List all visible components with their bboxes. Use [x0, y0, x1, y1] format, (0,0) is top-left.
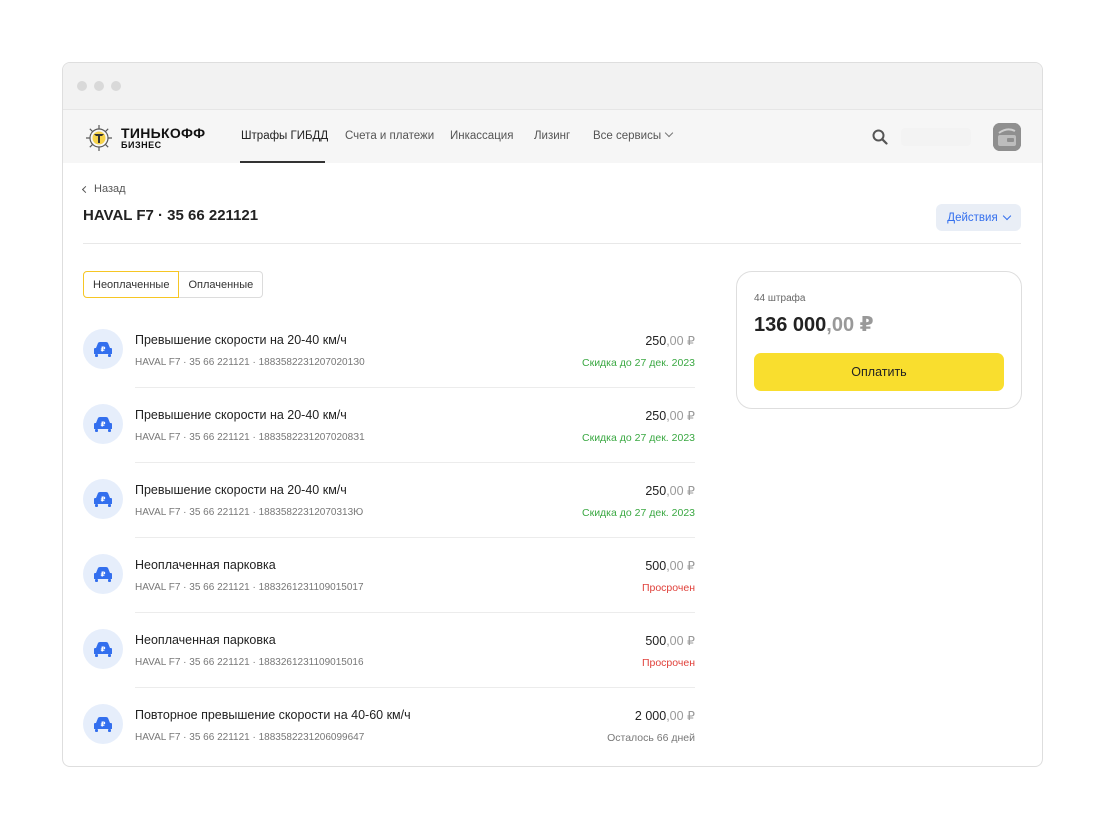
nav-item-collection[interactable]: Инкассация — [450, 130, 513, 142]
fine-amount-dec: ,00 ₽ — [666, 409, 695, 423]
fine-list-item[interactable]: ₽ Повторное превышение скорости на 40-60 … — [83, 688, 695, 763]
fine-amount-int: 250 — [645, 334, 667, 348]
svg-text:₽: ₽ — [101, 421, 106, 429]
window-minimize-dot[interactable] — [94, 81, 104, 91]
divider — [83, 243, 1021, 244]
window-titlebar — [63, 63, 1042, 109]
fine-meta: HAVAL F7 · 35 66 221121 · 18835822312060… — [135, 732, 365, 743]
wallet-icon[interactable] — [993, 123, 1021, 151]
fine-list-item[interactable]: ₽ Превышение скорости на 20-40 км/ч HAVAL … — [83, 388, 695, 463]
total-amount-dec: ,00 ₽ — [826, 314, 874, 336]
fine-icon-wrap: ₽ — [83, 554, 123, 594]
nav-item-all-services-label: Все сервисы — [593, 130, 662, 142]
nav-item-all-services[interactable]: Все сервисы — [593, 128, 674, 142]
summary-card: 44 штрафа 136 000,00 ₽ Оплатить — [736, 271, 1022, 409]
car-fine-icon: ₽ — [94, 642, 112, 657]
fine-list-item[interactable]: ₽ Неоплаченная парковка HAVAL F7 · 35 66 2… — [83, 538, 695, 613]
fine-meta: HAVAL F7 · 35 66 221121 · 18835822312070… — [135, 432, 365, 443]
svg-text:₽: ₽ — [101, 721, 106, 729]
back-label: Назад — [94, 183, 126, 195]
fine-title: Неоплаченная парковка — [135, 558, 276, 572]
brand-name: ТИНЬКОФФ — [121, 125, 206, 141]
nav-item-fines[interactable]: Штрафы ГИБДД — [241, 130, 328, 142]
fine-list-item[interactable]: ₽ Превышение скорости на 20-40 км/ч HAVAL … — [83, 463, 695, 538]
fine-amount: 500,00 ₽ — [645, 558, 695, 573]
fine-title: Повторное превышение скорости на 40-60 к… — [135, 708, 411, 722]
brand-subtitle: БИЗНЕС — [121, 140, 162, 150]
fine-amount: 250,00 ₽ — [645, 333, 695, 348]
car-fine-icon: ₽ — [94, 717, 112, 732]
fine-icon-wrap: ₽ — [83, 404, 123, 444]
top-navbar: ТИНЬКОФФ БИЗНЕС Штрафы ГИБДД Счета и пла… — [63, 109, 1042, 163]
fine-amount-dec: ,00 ₽ — [666, 334, 695, 348]
back-link[interactable]: Назад — [81, 183, 126, 195]
fine-icon-wrap: ₽ — [83, 704, 123, 744]
fine-list-item[interactable]: ₽ Неоплаченная парковка HAVAL F7 · 35 66 2… — [83, 613, 695, 688]
car-fine-icon: ₽ — [94, 417, 112, 432]
fine-title: Превышение скорости на 20-40 км/ч — [135, 333, 347, 347]
actions-label: Действия — [947, 211, 998, 224]
fine-amount: 500,00 ₽ — [645, 633, 695, 648]
fine-status: Осталось 66 дней — [607, 732, 695, 744]
fine-amount-int: 500 — [645, 634, 667, 648]
bank-emblem-icon — [86, 125, 112, 151]
window-close-dot[interactable] — [77, 81, 87, 91]
fine-amount-dec: ,00 ₽ — [666, 559, 695, 573]
fine-title: Неоплаченная парковка — [135, 633, 276, 647]
fine-status: Скидка до 27 дек. 2023 — [582, 432, 695, 444]
fine-meta: HAVAL F7 · 35 66 221121 · 18835822312070… — [135, 357, 365, 368]
fine-status: Скидка до 27 дек. 2023 — [582, 357, 695, 369]
fine-amount-dec: ,00 ₽ — [666, 709, 695, 723]
fine-icon-wrap: ₽ — [83, 629, 123, 669]
fine-title: Превышение скорости на 20-40 км/ч — [135, 483, 347, 497]
nav-item-accounts[interactable]: Счета и платежи — [345, 130, 434, 142]
fine-status: Просрочен — [641, 582, 695, 594]
fine-status: Просрочен — [641, 657, 695, 669]
total-amount: 136 000,00 ₽ — [754, 312, 874, 337]
fine-meta: HAVAL F7 · 35 66 221121 · 18835822312070… — [135, 507, 364, 518]
tab-paid[interactable]: Оплаченные — [179, 271, 264, 298]
svg-text:₽: ₽ — [101, 346, 106, 354]
fine-title: Превышение скорости на 20-40 км/ч — [135, 408, 347, 422]
fine-amount-dec: ,00 ₽ — [666, 634, 695, 648]
total-amount-int: 136 000 — [754, 314, 827, 336]
pay-button[interactable]: Оплатить — [754, 353, 1004, 391]
fines-count: 44 штрафа — [754, 293, 806, 304]
fine-amount-int: 250 — [645, 484, 667, 498]
fines-list: ₽ Превышение скорости на 20-40 км/ч HAVAL … — [83, 313, 695, 763]
car-fine-icon: ₽ — [94, 492, 112, 507]
active-tab-indicator — [240, 161, 325, 163]
window-maximize-dot[interactable] — [111, 81, 121, 91]
fine-amount-int: 250 — [645, 409, 667, 423]
car-fine-icon: ₽ — [94, 567, 112, 582]
fine-amount-dec: ,00 ₽ — [666, 484, 695, 498]
fine-amount-int: 500 — [645, 559, 667, 573]
actions-dropdown-button[interactable]: Действия — [936, 204, 1021, 231]
page-title: HAVAL F7 · 35 66 221121 — [83, 207, 259, 224]
search-icon[interactable] — [872, 129, 888, 145]
fine-meta: HAVAL F7 · 35 66 221121 · 18832612311090… — [135, 582, 364, 593]
chevron-down-icon — [1002, 211, 1011, 220]
fine-meta: HAVAL F7 · 35 66 221121 · 18832612311090… — [135, 657, 364, 668]
fine-amount: 250,00 ₽ — [645, 408, 695, 423]
fine-amount: 2 000,00 ₽ — [635, 708, 695, 723]
browser-window: ТИНЬКОФФ БИЗНЕС Штрафы ГИБДД Счета и пла… — [62, 62, 1043, 767]
fine-amount-int: 2 000 — [634, 709, 667, 723]
fine-amount: 250,00 ₽ — [645, 483, 695, 498]
chevron-left-icon — [81, 185, 90, 193]
chevron-down-icon — [664, 128, 674, 138]
nav-item-leasing[interactable]: Лизинг — [534, 130, 570, 142]
search-field[interactable] — [901, 128, 971, 146]
fine-icon-wrap: ₽ — [83, 479, 123, 519]
car-fine-icon: ₽ — [94, 342, 112, 357]
fine-list-item[interactable]: ₽ Превышение скорости на 20-40 км/ч HAVAL … — [83, 313, 695, 388]
tab-unpaid[interactable]: Неоплаченные — [83, 271, 180, 298]
svg-text:₽: ₽ — [101, 571, 106, 579]
fine-icon-wrap: ₽ — [83, 329, 123, 369]
svg-text:₽: ₽ — [101, 646, 106, 654]
svg-text:₽: ₽ — [101, 496, 106, 504]
brand-logo[interactable]: ТИНЬКОФФ БИЗНЕС — [83, 122, 205, 154]
fine-status-tabs: Неоплаченные Оплаченные — [83, 271, 264, 298]
fine-status: Скидка до 27 дек. 2023 — [582, 507, 695, 519]
